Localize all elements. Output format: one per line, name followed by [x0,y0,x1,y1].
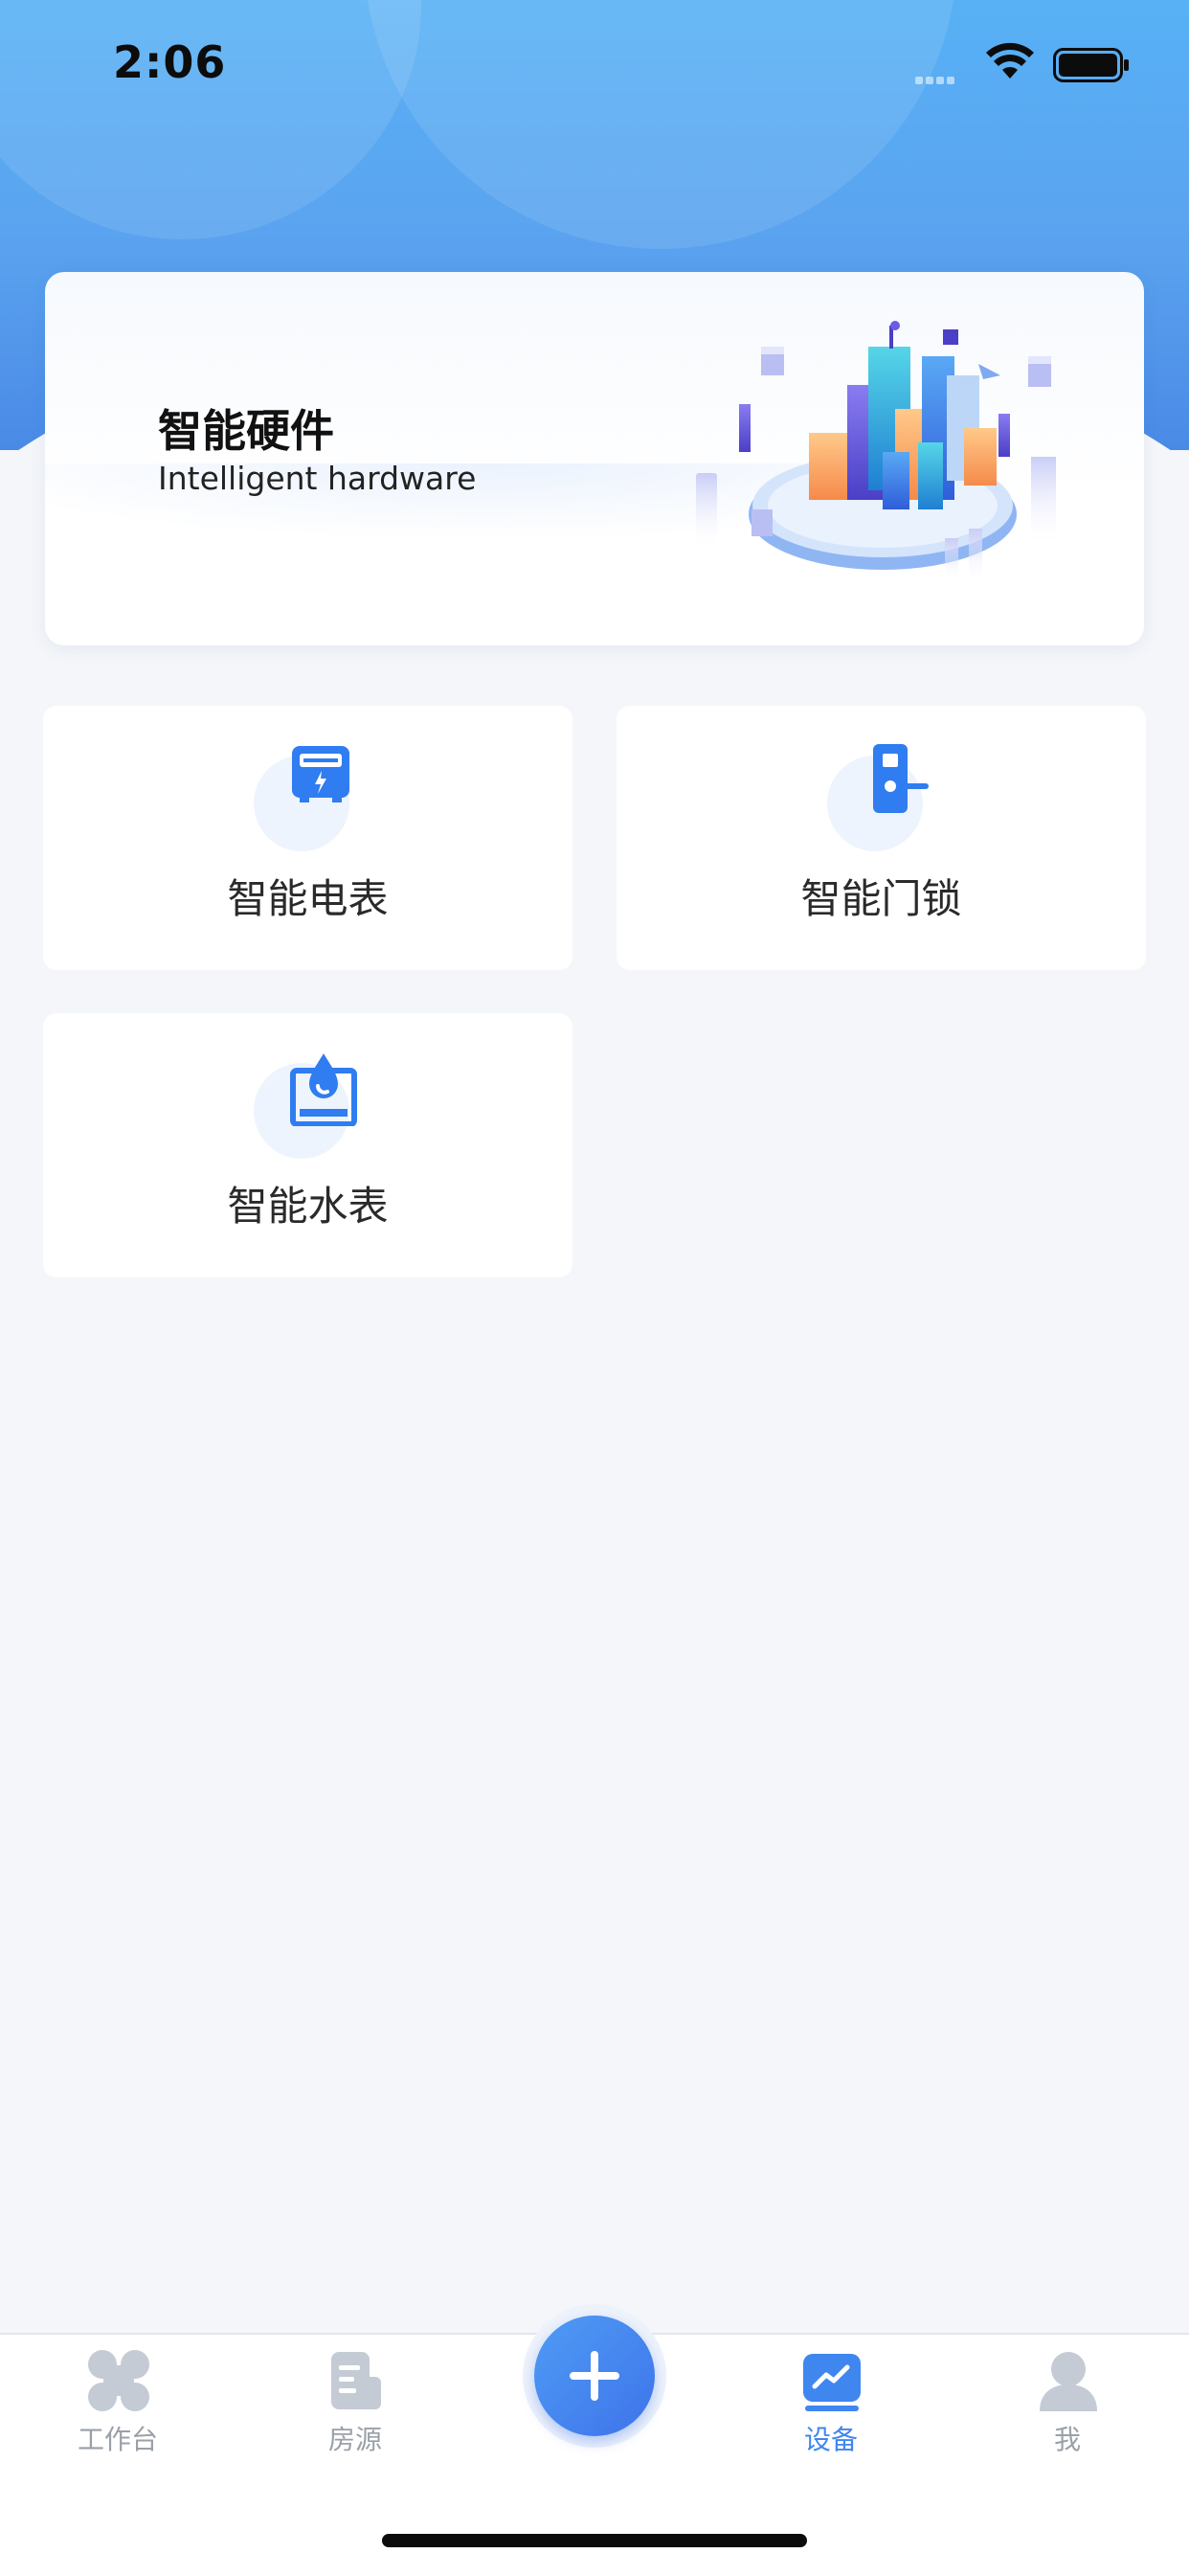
electric-meter-icon [292,746,349,802]
tab-me[interactable]: 我 [996,2335,1139,2469]
tab-devices[interactable]: 设备 [759,2335,903,2469]
listing-icon [331,2352,381,2409]
tab-label: 设备 [803,2424,858,2455]
door-lock-icon [873,744,929,813]
battery-icon [1053,48,1130,86]
plus-icon [570,2351,619,2401]
device-chart-icon [803,2354,861,2411]
device-label: 智能水表 [227,1183,389,1230]
tab-label: 我 [1053,2424,1081,2455]
device-card-electric-meter[interactable]: 智能电表 [43,706,572,970]
tab-label: 房源 [327,2424,382,2455]
status-bar: 2:06 [0,0,1189,129]
device-label: 智能门锁 [800,875,962,922]
add-button[interactable] [534,2316,655,2436]
cellular-signal-icon [915,70,957,88]
water-meter-icon [290,1053,357,1126]
user-icon [1040,2352,1097,2411]
workbench-icon [88,2350,149,2411]
banner-title: 智能硬件 [158,405,334,457]
tab-label: 工作台 [77,2424,158,2455]
status-time: 2:06 [113,36,227,88]
device-card-water-meter[interactable]: 智能水表 [43,1013,572,1277]
tab-workbench[interactable]: 工作台 [46,2335,190,2469]
device-label: 智能电表 [227,875,389,922]
device-card-door-lock[interactable]: 智能门锁 [617,706,1146,970]
home-indicator [382,2534,807,2547]
smart-hardware-banner: 智能硬件 Intelligent hardware [45,272,1144,645]
tab-listings[interactable]: 房源 [283,2335,427,2469]
smart-city-illustration [696,321,1056,581]
wifi-icon [984,42,1036,84]
banner-subtitle: Intelligent hardware [158,460,477,497]
